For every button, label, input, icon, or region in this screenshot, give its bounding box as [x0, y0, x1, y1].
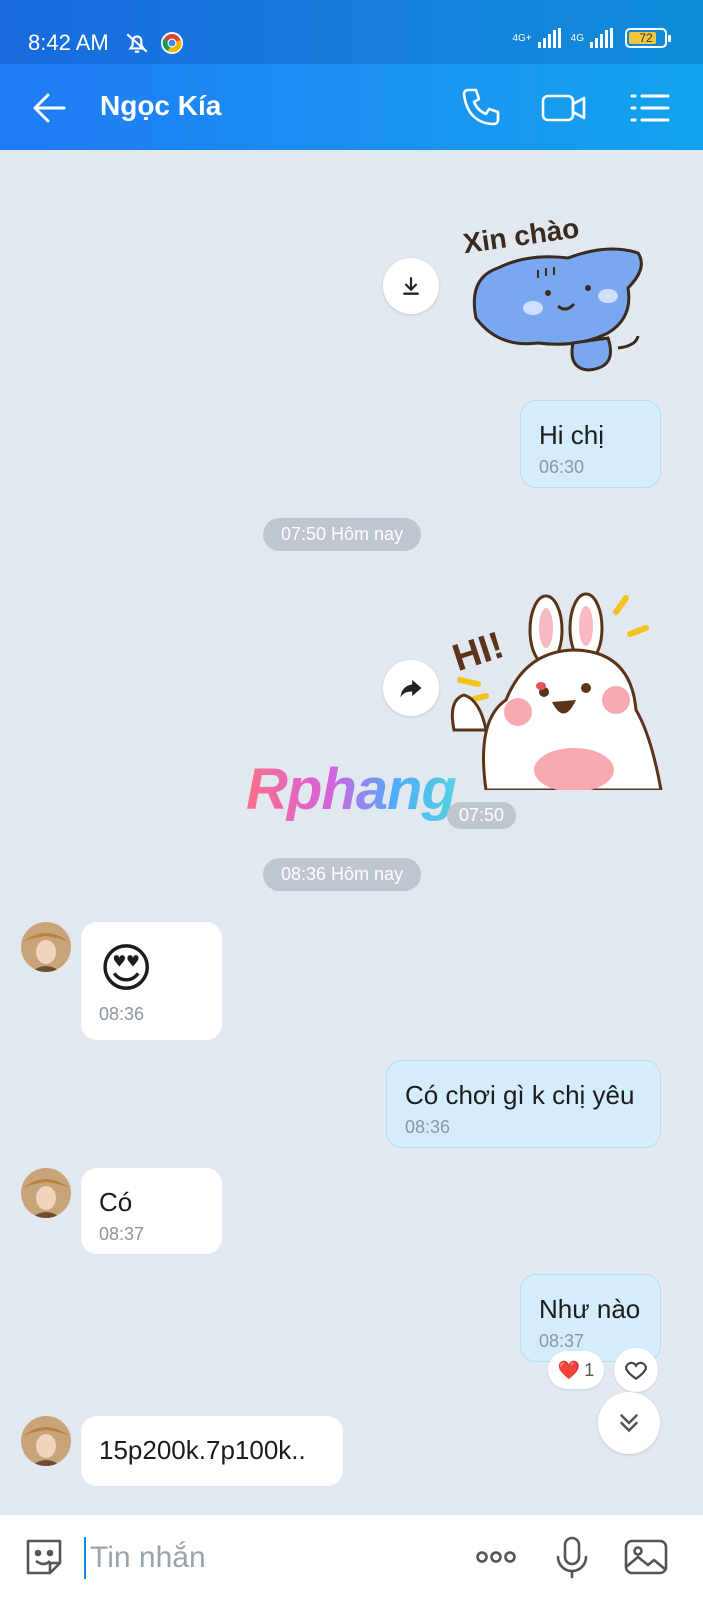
message-time: 06:30	[539, 457, 585, 477]
message-input-bar	[0, 1514, 703, 1600]
image-picker-button[interactable]	[622, 1533, 670, 1581]
arrow-left-icon	[33, 93, 66, 123]
message-emoji: 😍	[99, 940, 154, 998]
status-time: 8:42 AM	[28, 30, 109, 55]
scroll-to-bottom-button[interactable]	[598, 1392, 660, 1454]
message-time: 08:36	[405, 1117, 451, 1137]
chrome-icon	[161, 32, 183, 54]
message-bubble-in[interactable]: 😍 08:36	[81, 922, 222, 1040]
chat-area[interactable]: Xin chào Hi chị 06:30 07:50 Hôm nay HI!	[0, 150, 703, 1514]
avatar[interactable]	[21, 1416, 71, 1466]
chat-header: Ngọc Kía	[0, 64, 703, 150]
image-icon	[624, 1539, 668, 1575]
heart-reaction-icon: ❤️	[557, 1359, 581, 1380]
battery-icon: 72	[625, 28, 671, 48]
signal-icon-2	[590, 28, 613, 48]
network-type-2: 4G	[570, 32, 584, 44]
reaction-badge[interactable]: ❤️ 1	[548, 1351, 604, 1389]
message-text: Hi chị	[539, 420, 605, 450]
sticker-time: 07:50	[447, 802, 517, 829]
sticker-hello-text: Xin chào	[461, 212, 581, 259]
message-time: 08:37	[99, 1224, 145, 1244]
reaction-count: 1	[584, 1359, 595, 1380]
message-input[interactable]	[84, 1537, 444, 1579]
avatar[interactable]	[21, 1168, 71, 1218]
sticker-hi-text: HI!	[448, 624, 509, 680]
avatar[interactable]	[21, 922, 71, 972]
sticker-hi[interactable]: HI!	[446, 590, 666, 792]
message-text: Có	[99, 1187, 133, 1217]
contact-name[interactable]: Ngọc Kía	[100, 90, 221, 122]
download-icon	[403, 277, 419, 295]
list-menu-icon	[630, 94, 670, 122]
date-divider: 08:36 Hôm nay	[263, 858, 422, 891]
top-bar: 8:42 AM 4G+ 4G 72 Ngọc Kía	[0, 0, 703, 150]
status-bar: 8:42 AM 4G+ 4G 72	[0, 0, 703, 64]
message-text: 15p200k.7p100k..	[99, 1435, 306, 1465]
share-arrow-icon	[400, 679, 422, 698]
message-bubble-out[interactable]: Hi chị 06:30	[520, 400, 661, 488]
double-chevron-down-icon	[620, 1414, 638, 1433]
forward-button[interactable]	[383, 660, 439, 716]
voice-call-button[interactable]	[458, 84, 506, 132]
sticker-button[interactable]	[20, 1533, 68, 1581]
sticker-smiley-icon	[26, 1539, 62, 1575]
phone-icon	[462, 88, 500, 126]
video-call-button[interactable]	[540, 84, 588, 132]
voice-record-button[interactable]	[548, 1533, 596, 1581]
network-type-1: 4G+	[512, 32, 532, 44]
watermark-logo: Rphang	[246, 757, 457, 822]
sticker-xin-chao[interactable]: Xin chào	[458, 198, 668, 380]
microphone-icon	[556, 1536, 588, 1579]
date-divider: 07:50 Hôm nay	[263, 518, 422, 551]
alarm-off-icon	[126, 33, 148, 53]
message-time: 08:36	[99, 1004, 145, 1024]
react-button[interactable]	[614, 1348, 658, 1392]
back-button[interactable]	[28, 86, 72, 130]
more-dots-icon	[476, 1551, 516, 1563]
heart-outline-icon	[625, 1361, 647, 1380]
signal-icon	[537, 28, 561, 48]
message-text: Như nào	[539, 1294, 641, 1324]
download-button[interactable]	[383, 258, 439, 314]
menu-button[interactable]	[626, 84, 674, 132]
more-options-button[interactable]	[472, 1533, 520, 1581]
video-camera-icon	[541, 94, 586, 122]
message-bubble-in[interactable]: 15p200k.7p100k..	[81, 1416, 343, 1486]
message-bubble-in[interactable]: Có 08:37	[81, 1168, 222, 1254]
battery-level: 72	[639, 31, 653, 45]
message-bubble-out[interactable]: Có chơi gì k chị yêu 08:36	[386, 1060, 661, 1148]
message-text: Có chơi gì k chị yêu	[405, 1080, 635, 1110]
